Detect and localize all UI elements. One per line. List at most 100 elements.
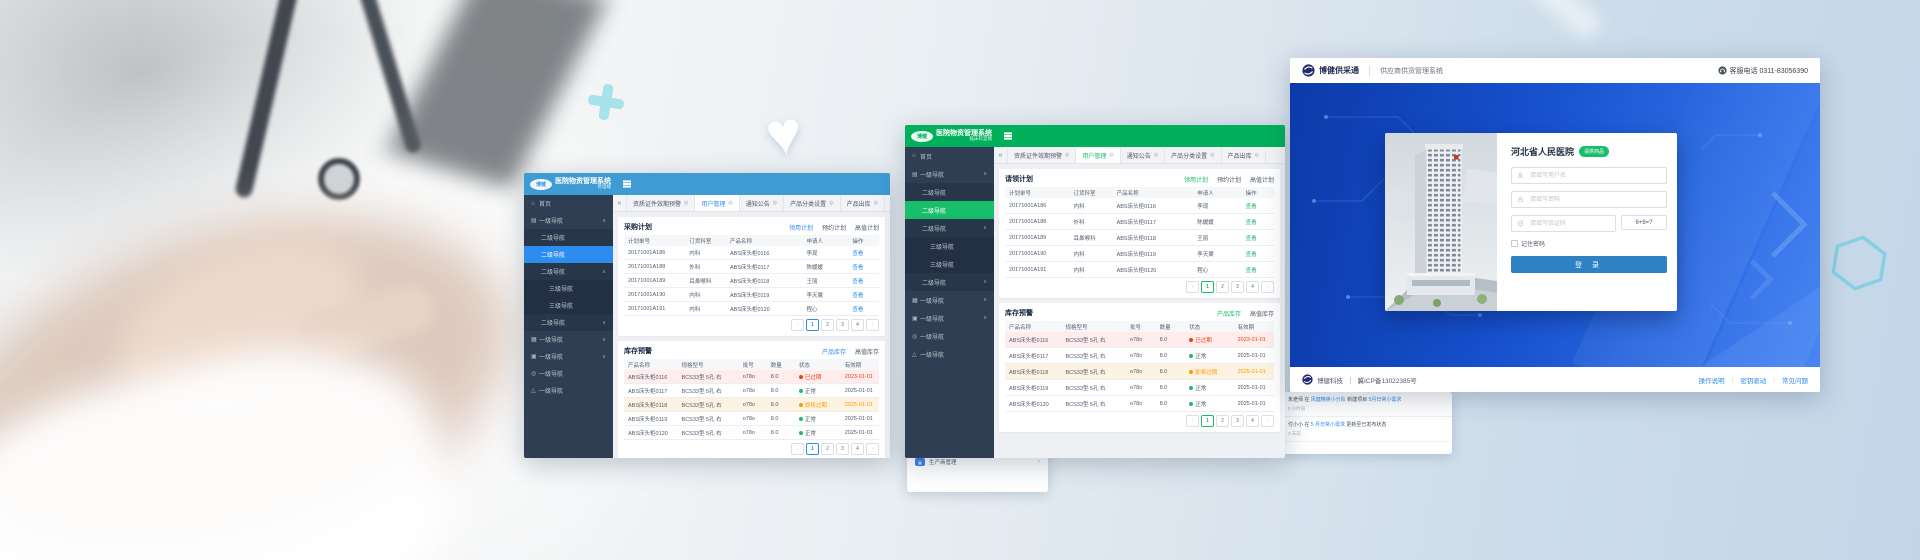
tab[interactable]: 产品出库 [1222, 147, 1266, 163]
view-link[interactable]: 查看 [848, 277, 879, 285]
sidebar-item[interactable]: 二级导航 ∨ [905, 273, 994, 291]
sidebar-item[interactable]: 首页 [905, 147, 994, 165]
username-input[interactable] [1528, 172, 1661, 180]
page-button[interactable]: 2 [1216, 281, 1229, 293]
page-button[interactable]: 4 [851, 319, 864, 331]
sidebar-item[interactable]: 二级导航 [905, 201, 994, 219]
tab[interactable]: 资质证件效期预警 [1008, 147, 1076, 163]
sidebar-item[interactable]: 二级导航 [524, 246, 613, 263]
view-link[interactable]: 查看 [848, 291, 879, 299]
activity-item[interactable]: 朱老师 在 风健精英小分队 新建项目 5月日常小需求 5 小时前 [1281, 392, 1452, 417]
plan-link[interactable]: 领用计划 [1184, 175, 1208, 184]
page-button[interactable]: ‹ [1186, 415, 1199, 427]
tab[interactable]: 用户管理 [695, 195, 739, 211]
view-link[interactable]: 查看 [848, 249, 879, 257]
sidebar-item[interactable]: 二级导航 ∨ [524, 314, 613, 331]
tab[interactable]: 用户管理 [1076, 147, 1120, 163]
page-button[interactable]: 3 [836, 319, 849, 331]
page-button[interactable]: 1 [1201, 415, 1214, 427]
sidebar-item[interactable]: 三级导航 [524, 280, 613, 297]
page-button[interactable]: 2 [821, 319, 834, 331]
feed-link[interactable]: 风健精英小分队 [1311, 397, 1346, 403]
page-button[interactable]: 2 [1216, 415, 1229, 427]
page-button[interactable]: › [1261, 415, 1274, 427]
sidebar-item[interactable]: 三级导航 [905, 255, 994, 273]
sidebar-item[interactable]: 一级导航 ∨ [524, 348, 613, 365]
tab[interactable]: 资质证件效期预警 [627, 195, 695, 211]
view-link[interactable]: 查看 [848, 263, 879, 271]
password-input[interactable] [1528, 196, 1661, 204]
page-button[interactable]: 3 [1231, 281, 1244, 293]
sidebar-item[interactable]: 一级导航 [905, 327, 994, 345]
view-link[interactable]: 查看 [1242, 202, 1274, 210]
sidebar-item[interactable]: 一级导航 ∨ [905, 309, 994, 327]
tab[interactable]: 产品分类设置 [1165, 147, 1221, 163]
menu-toggle-icon[interactable] [623, 183, 631, 184]
page-button[interactable]: › [866, 443, 879, 455]
view-link[interactable]: 查看 [1242, 234, 1274, 242]
view-link[interactable]: 查看 [1242, 266, 1274, 274]
remember-password[interactable]: 记住密码 [1511, 239, 1667, 248]
plan-link[interactable]: 预约计划 [1217, 175, 1241, 184]
sidebar-item[interactable]: 一级导航 [905, 345, 994, 363]
checkbox[interactable] [1511, 240, 1518, 247]
plan-link[interactable]: 领用计划 [789, 223, 813, 232]
sidebar-item[interactable]: 一级导航 [524, 382, 613, 399]
tab[interactable]: 通知公告 [740, 195, 784, 211]
footer-link-faq[interactable]: 常见问题 [1782, 375, 1808, 385]
footer-link-key-driver[interactable]: 密钥驱动 [1740, 375, 1766, 385]
username-field[interactable] [1511, 167, 1667, 184]
plan-link[interactable]: 预约计划 [822, 223, 846, 232]
sidebar-item[interactable]: 二级导航 ∧ [905, 219, 994, 237]
tab[interactable]: 通知公告 [1121, 147, 1165, 163]
inventory-link[interactable]: 产品库存 [822, 347, 846, 356]
page-button[interactable]: 2 [821, 443, 834, 455]
captcha-input[interactable] [1528, 220, 1610, 228]
page-button[interactable]: 4 [851, 443, 864, 455]
captcha-field[interactable] [1511, 215, 1616, 232]
sidebar-item[interactable]: 一级导航 [524, 365, 613, 382]
inventory-link[interactable]: 产品库存 [1217, 309, 1241, 318]
sidebar-item[interactable]: 二级导航 ∧ [524, 263, 613, 280]
page-button[interactable]: 3 [1231, 415, 1244, 427]
tab[interactable]: 产品出库 [841, 195, 885, 211]
sidebar-item[interactable]: 一级导航 ∧ [905, 165, 994, 183]
collapse-tabs-icon[interactable]: « [613, 195, 627, 211]
plan-link[interactable]: 高值计划 [1250, 175, 1274, 184]
page-button[interactable]: ‹ [791, 443, 804, 455]
page-button[interactable]: › [1261, 281, 1274, 293]
menu-toggle-icon[interactable] [1004, 135, 1012, 136]
collapse-tabs-icon[interactable]: « [994, 147, 1008, 163]
page-button[interactable]: 1 [1201, 281, 1214, 293]
feed-link[interactable]: 5 月日常小需求 [1311, 422, 1345, 428]
sidebar-item[interactable]: 一级导航 ∨ [905, 291, 994, 309]
page-button[interactable]: ‹ [1186, 281, 1199, 293]
page-button[interactable]: 3 [836, 443, 849, 455]
page-button[interactable]: 1 [806, 319, 819, 331]
activity-item[interactable]: 付小小 在 5 月日常小需求 更新至已发布状态 3 天前 [1281, 417, 1452, 442]
password-field[interactable] [1511, 191, 1667, 208]
sidebar-item[interactable]: 首页 [524, 195, 613, 212]
supplier-row[interactable]: ▦ 生产商管理 › [915, 458, 1040, 466]
sidebar-item[interactable]: 三级导航 [524, 297, 613, 314]
captcha-challenge[interactable]: 6+8=? [1621, 215, 1667, 230]
page-button[interactable]: 4 [1246, 415, 1259, 427]
view-link[interactable]: 查看 [848, 305, 879, 313]
login-button[interactable]: 登 录 [1511, 256, 1667, 273]
inventory-link[interactable]: 高值库存 [855, 347, 879, 356]
sidebar-item[interactable]: 一级导航 ∧ [524, 212, 613, 229]
feed-link[interactable]: 5月日常小需求 [1369, 397, 1402, 403]
sidebar-item[interactable]: 三级导航 [905, 237, 994, 255]
plan-link[interactable]: 高值计划 [855, 223, 879, 232]
view-link[interactable]: 查看 [1242, 250, 1274, 258]
page-button[interactable]: › [866, 319, 879, 331]
page-button[interactable]: ‹ [791, 319, 804, 331]
page-button[interactable]: 4 [1246, 281, 1259, 293]
tab[interactable]: 产品分类设置 [784, 195, 840, 211]
inventory-link[interactable]: 高值库存 [1250, 309, 1274, 318]
sidebar-item[interactable]: 一级导航 ∨ [524, 331, 613, 348]
sidebar-item[interactable]: 二级导航 [524, 229, 613, 246]
page-button[interactable]: 1 [806, 443, 819, 455]
sidebar-item[interactable]: 二级导航 [905, 183, 994, 201]
footer-link-help[interactable]: 操作说明 [1699, 375, 1725, 385]
